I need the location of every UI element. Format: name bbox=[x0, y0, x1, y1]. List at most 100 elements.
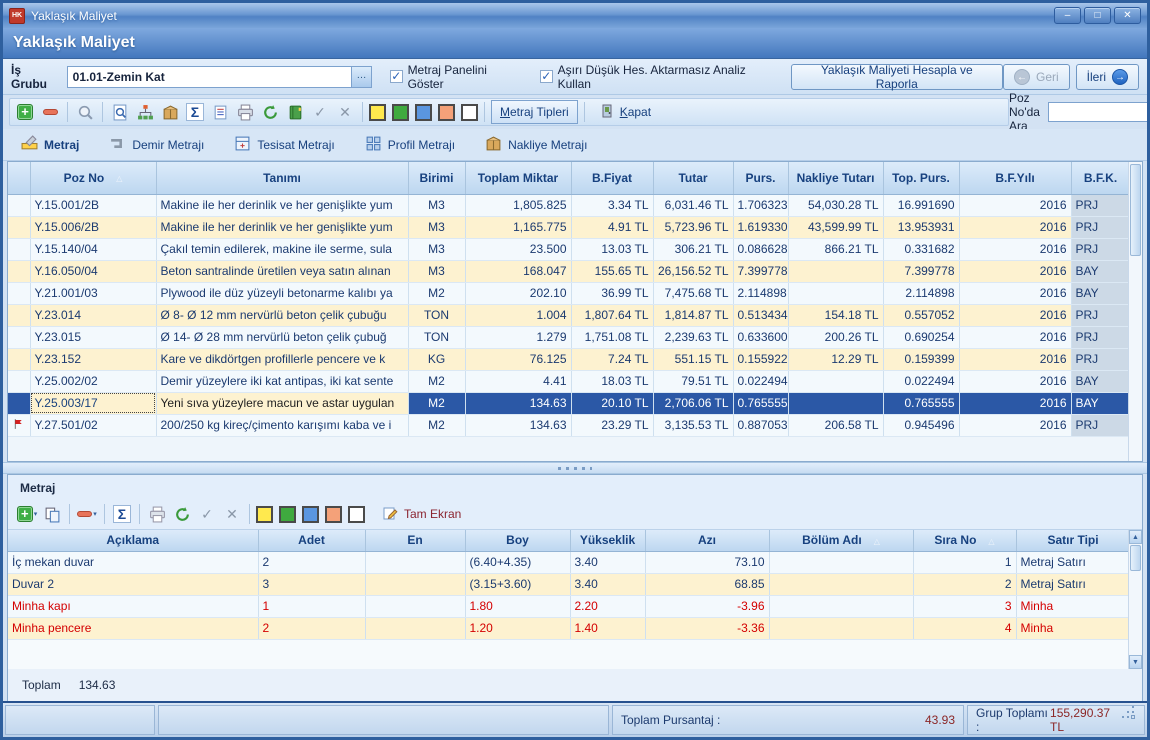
table-row[interactable]: Y.15.140/04Çakıl temin edilerek, makine … bbox=[8, 238, 1130, 260]
column-header-purs[interactable]: Purs. bbox=[733, 162, 788, 194]
table-row[interactable]: Y.25.002/02Demir yüzeylere iki kat antip… bbox=[8, 370, 1130, 392]
print-icon[interactable] bbox=[146, 503, 168, 525]
table-row[interactable]: Y.23.014Ø 8- Ø 12 mm nervürlü beton çeli… bbox=[8, 304, 1130, 326]
color-swatch-icon[interactable] bbox=[438, 104, 455, 121]
scroll-down-button[interactable]: ▼ bbox=[1129, 655, 1142, 669]
color-swatch-icon[interactable] bbox=[461, 104, 478, 121]
back-button[interactable]: ← Geri bbox=[1003, 64, 1070, 90]
cancel-icon[interactable]: ✕ bbox=[221, 503, 243, 525]
table-row[interactable]: Minha pencere21.201.40-3.364Minha bbox=[8, 617, 1130, 639]
column-header-nakliye[interactable]: Nakliye Tutarı bbox=[788, 162, 883, 194]
notes-icon[interactable] bbox=[209, 101, 231, 123]
total-value: 134.63 bbox=[79, 678, 116, 692]
color-swatch-icon[interactable] bbox=[415, 104, 432, 121]
color-swatch-icon[interactable] bbox=[325, 506, 342, 523]
show-metraj-panel-checkbox[interactable]: ✓ Metraj Panelini Göster bbox=[390, 63, 522, 91]
scrollbar-thumb[interactable] bbox=[1130, 545, 1141, 571]
forward-button[interactable]: İleri → bbox=[1076, 64, 1139, 90]
refresh-icon[interactable] bbox=[259, 101, 281, 123]
print-icon[interactable] bbox=[234, 101, 256, 123]
column-header-tanim[interactable]: Tanımı bbox=[156, 162, 408, 194]
tab-demir-metraj-[interactable]: Demir Metrajı bbox=[109, 135, 204, 155]
column-header-tutar[interactable]: Tutar bbox=[653, 162, 733, 194]
color-swatch-icon[interactable] bbox=[392, 104, 409, 121]
table-row[interactable]: Y.23.152Kare ve dikdörtgen profillerle p… bbox=[8, 348, 1130, 370]
refresh-icon[interactable] bbox=[171, 503, 193, 525]
kapat-button[interactable]: Kapat bbox=[591, 103, 659, 122]
table-row[interactable]: Minha kapı11.802.20-3.963Minha bbox=[8, 595, 1130, 617]
column-header-boy[interactable]: Boy bbox=[465, 530, 570, 551]
status-pursantaj: Toplam Pursantaj : 43.93 bbox=[612, 705, 964, 735]
add-row-icon[interactable]: +▾ bbox=[16, 503, 38, 525]
table-row[interactable]: İç mekan duvar2(6.40+4.35)3.4073.101Metr… bbox=[8, 551, 1130, 573]
cancel-icon[interactable]: ✕ bbox=[334, 101, 356, 123]
add-row-icon[interactable]: + bbox=[14, 101, 36, 123]
table-row[interactable]: Y.23.015Ø 14- Ø 28 mm nervürlü beton çel… bbox=[8, 326, 1130, 348]
table-row[interactable]: Y.21.001/03Plywood ile düz yüzeyli beton… bbox=[8, 282, 1130, 304]
column-header-azi[interactable]: Azı bbox=[645, 530, 769, 551]
tab-profil-metraj-[interactable]: Profil Metrajı bbox=[365, 135, 455, 155]
package-icon[interactable] bbox=[159, 101, 181, 123]
panel-splitter[interactable] bbox=[3, 462, 1147, 474]
column-header-bfiyat[interactable]: B.Fiyat bbox=[571, 162, 653, 194]
top-toolbar: İş Grubu 01.01-Zemin Kat … ✓ Metraj Pane… bbox=[3, 59, 1147, 95]
color-swatch-icon[interactable] bbox=[369, 104, 386, 121]
column-header-miktar[interactable]: Toplam Miktar bbox=[465, 162, 571, 194]
profile-grid-icon bbox=[365, 135, 382, 155]
column-header-satir[interactable]: Satır Tipi bbox=[1016, 530, 1130, 551]
scroll-up-button[interactable]: ▲ bbox=[1129, 530, 1142, 544]
table-row[interactable]: Y.15.001/2BMakine ile her derinlik ve he… bbox=[8, 194, 1130, 216]
tam-ekran-button[interactable]: Tam Ekran bbox=[382, 505, 461, 524]
table-row[interactable]: Y.25.003/17Yeni sıva yüzeylere macun ve … bbox=[8, 392, 1130, 414]
table-row[interactable]: Y.16.050/04Beton santralinde üretilen ve… bbox=[8, 260, 1130, 282]
column-header-toppurs[interactable]: Top. Purs. bbox=[883, 162, 959, 194]
preview-icon[interactable] bbox=[109, 101, 131, 123]
column-header-en[interactable]: En bbox=[365, 530, 465, 551]
column-header-birim[interactable]: Birimi bbox=[408, 162, 465, 194]
work-group-combo[interactable]: 01.01-Zemin Kat … bbox=[67, 66, 372, 88]
tab-tesisat-metraj-[interactable]: Tesisat Metrajı bbox=[234, 135, 334, 155]
minimize-button[interactable]: – bbox=[1054, 7, 1081, 24]
tree-icon[interactable] bbox=[134, 101, 156, 123]
sum-icon[interactable]: Σ bbox=[184, 101, 206, 123]
column-header-sira[interactable]: Sıra No△ bbox=[913, 530, 1016, 551]
apply-icon[interactable]: ✓ bbox=[309, 101, 331, 123]
tab-nakliye-metraj-[interactable]: Nakliye Metrajı bbox=[485, 135, 587, 155]
column-header-bolum[interactable]: Bölüm Adı△ bbox=[769, 530, 913, 551]
work-group-label: İş Grubu bbox=[11, 63, 59, 91]
metraj-grid-scrollbar[interactable]: ▲ ▼ bbox=[1128, 530, 1142, 669]
delete-row-icon[interactable]: ▾ bbox=[76, 503, 98, 525]
close-button[interactable]: ✕ bbox=[1114, 7, 1141, 24]
tab-metraj[interactable]: Metraj bbox=[21, 135, 79, 155]
metraj-tipleri-button[interactable]: Metraj Tipleri bbox=[491, 100, 578, 124]
calculate-report-button[interactable]: Yaklaşık Maliyeti Hesapla ve Raporla bbox=[791, 64, 1003, 90]
scrollbar-thumb[interactable] bbox=[1130, 164, 1141, 256]
apply-icon[interactable]: ✓ bbox=[196, 503, 218, 525]
column-header-poz[interactable]: Poz No△ bbox=[30, 162, 156, 194]
color-swatch-icon[interactable] bbox=[302, 506, 319, 523]
maximize-button[interactable]: □ bbox=[1084, 7, 1111, 24]
sum-icon[interactable]: Σ bbox=[111, 503, 133, 525]
column-header-aciklama[interactable]: Açıklama bbox=[8, 530, 258, 551]
copy-icon[interactable] bbox=[41, 503, 63, 525]
table-row[interactable]: Y.15.006/2BMakine ile her derinlik ve he… bbox=[8, 216, 1130, 238]
column-header-bfk[interactable]: B.F.K. bbox=[1071, 162, 1130, 194]
column-header-adet[interactable]: Adet bbox=[258, 530, 365, 551]
book-icon[interactable] bbox=[284, 101, 306, 123]
app-icon: HK bbox=[9, 8, 25, 24]
delete-row-icon[interactable] bbox=[39, 101, 61, 123]
main-grid: Poz No△TanımıBirimiToplam MiktarB.FiyatT… bbox=[7, 161, 1143, 462]
low-bid-analysis-checkbox[interactable]: ✓ Aşırı Düşük Hes. Aktarmasız Analiz Kul… bbox=[540, 63, 774, 91]
column-header-yil[interactable]: B.F.Yılı bbox=[959, 162, 1071, 194]
column-header-yukseklik[interactable]: Yükseklik bbox=[570, 530, 645, 551]
color-swatch-icon[interactable] bbox=[279, 506, 296, 523]
main-grid-scrollbar[interactable] bbox=[1128, 162, 1142, 461]
ellipsis-button[interactable]: … bbox=[351, 67, 371, 87]
color-swatch-icon[interactable] bbox=[256, 506, 273, 523]
table-row[interactable]: Y.27.501/02200/250 kg kireç/çimento karı… bbox=[8, 414, 1130, 436]
poz-search-input[interactable] bbox=[1048, 102, 1150, 122]
table-row[interactable]: Duvar 23(3.15+3.60)3.4068.852Metraj Satı… bbox=[8, 573, 1130, 595]
total-label: Toplam bbox=[22, 678, 61, 692]
search-icon[interactable] bbox=[74, 101, 96, 123]
color-swatch-icon[interactable] bbox=[348, 506, 365, 523]
